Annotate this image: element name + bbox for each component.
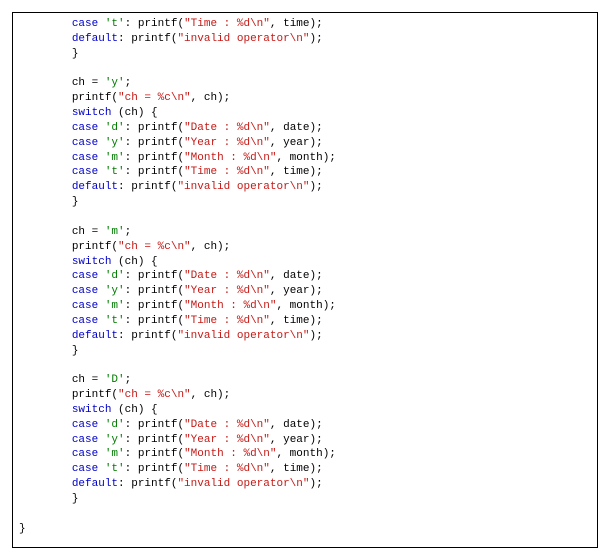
- code-block: case 't': printf("Time : %d\n", time); d…: [19, 17, 591, 537]
- code-line: printf("ch = %c\n", ch);: [19, 389, 230, 401]
- code-line: switch (ch) {: [19, 107, 158, 119]
- code-line: case 'm': printf("Month : %d\n", month);: [19, 448, 336, 460]
- code-line: switch (ch) {: [19, 256, 158, 268]
- code-line: case 'y': printf("Year : %d\n", year);: [19, 137, 323, 149]
- code-line: ch = 'm';: [19, 226, 131, 238]
- code-line: case 'd': printf("Date : %d\n", date);: [19, 270, 323, 282]
- code-line: printf("ch = %c\n", ch);: [19, 92, 230, 104]
- code-line: switch (ch) {: [19, 404, 158, 416]
- code-line: case 't': printf("Time : %d\n", time);: [19, 166, 323, 178]
- code-line: case 'd': printf("Date : %d\n", date);: [19, 122, 323, 134]
- code-line: case 't': printf("Time : %d\n", time);: [19, 463, 323, 475]
- code-line: }: [19, 345, 78, 357]
- code-line: ch = 'D';: [19, 374, 131, 386]
- code-line: default: printf("invalid operator\n");: [19, 478, 323, 490]
- code-line: case 'm': printf("Month : %d\n", month);: [19, 300, 336, 312]
- code-line: default: printf("invalid operator\n");: [19, 330, 323, 342]
- code-line: printf("ch = %c\n", ch);: [19, 241, 230, 253]
- code-line: }: [19, 48, 78, 60]
- code-line: }: [19, 196, 78, 208]
- code-line: case 't': printf("Time : %d\n", time);: [19, 315, 323, 327]
- code-line: case 't': printf("Time : %d\n", time);: [19, 18, 323, 30]
- code-line: case 'm': printf("Month : %d\n", month);: [19, 152, 336, 164]
- code-line: case 'y': printf("Year : %d\n", year);: [19, 285, 323, 297]
- code-container: case 't': printf("Time : %d\n", time); d…: [12, 12, 598, 548]
- code-line: default: printf("invalid operator\n");: [19, 181, 323, 193]
- code-line: }: [19, 523, 26, 535]
- code-line: ch = 'y';: [19, 77, 131, 89]
- code-line: case 'd': printf("Date : %d\n", date);: [19, 419, 323, 431]
- code-line: default: printf("invalid operator\n");: [19, 33, 323, 45]
- code-line: case 'y': printf("Year : %d\n", year);: [19, 434, 323, 446]
- code-line: }: [19, 493, 78, 505]
